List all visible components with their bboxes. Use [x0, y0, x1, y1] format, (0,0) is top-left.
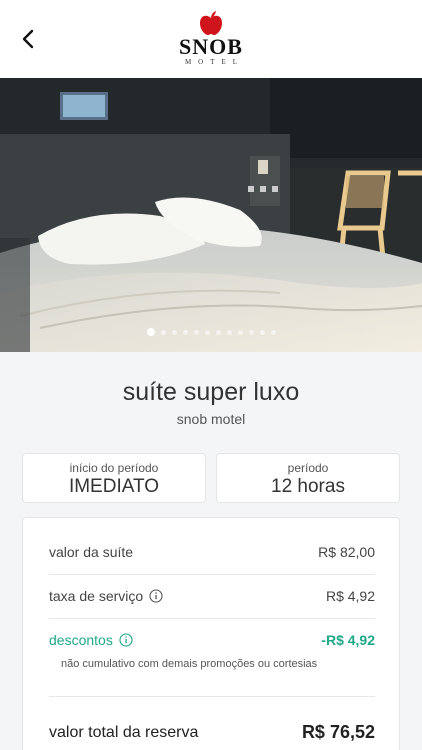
carousel-dot[interactable]	[248, 329, 254, 335]
logo-text: SNOB	[179, 34, 243, 59]
suite-photo	[0, 78, 422, 352]
carousel-dot[interactable]	[226, 329, 232, 335]
snob-motel-logo: SNOB MOTEL	[0, 10, 422, 67]
carousel-dot[interactable]	[237, 329, 243, 335]
info-icon[interactable]	[119, 633, 133, 647]
service-fee-value: R$ 4,92	[325, 588, 375, 604]
duration-label: período	[287, 461, 329, 475]
start-period-value: IMEDIATO	[68, 476, 160, 497]
total-value: R$ 76,52	[301, 722, 375, 742]
carousel-dot[interactable]	[215, 329, 221, 335]
duration-value: 12 horas	[271, 476, 345, 497]
suite-title-block: suíte super luxo snob motel	[0, 378, 422, 428]
discount-note: não cumulativo com demais promoções ou c…	[61, 658, 318, 670]
info-icon[interactable]	[149, 589, 163, 603]
carousel-dot[interactable]	[259, 329, 265, 335]
discounts-label: descontos	[49, 632, 113, 648]
discounts-row: descontos -R$ 4,92	[49, 632, 375, 648]
service-fee-row: taxa de serviço R$ 4,92	[49, 588, 375, 604]
carousel-dot[interactable]	[182, 329, 188, 335]
suite-value-row: valor da suíte R$ 82,00	[49, 544, 375, 560]
suite-name: suíte super luxo	[122, 378, 300, 406]
app-header: SNOB MOTEL	[0, 0, 422, 78]
carousel-dot[interactable]	[160, 329, 166, 335]
motel-name: snob motel	[176, 411, 246, 427]
discounts-value: -R$ 4,92	[321, 632, 375, 648]
start-period-label: início do período	[69, 461, 159, 475]
carousel-dot[interactable]	[171, 329, 177, 335]
total-row: valor total da reserva R$ 76,52	[49, 722, 375, 743]
suite-value: R$ 82,00	[318, 544, 375, 560]
start-period-card[interactable]: início do período IMEDIATO	[22, 453, 206, 503]
apple-logo-icon	[200, 11, 222, 35]
total-label: valor total da reserva	[49, 723, 199, 741]
service-fee-label: taxa de serviço	[49, 588, 144, 604]
carousel-indicator[interactable]	[0, 327, 422, 337]
duration-card[interactable]: período 12 horas	[216, 453, 400, 503]
carousel-dot[interactable]	[270, 329, 276, 335]
price-summary-card: valor da suíte R$ 82,00 taxa de serviço …	[22, 517, 400, 750]
suite-value-label: valor da suíte	[49, 544, 134, 560]
carousel-dot[interactable]	[204, 329, 210, 335]
carousel-dot[interactable]	[193, 329, 199, 335]
divider	[49, 618, 375, 619]
logo-subtext: MOTEL	[184, 58, 245, 66]
suite-photo-carousel[interactable]	[0, 78, 422, 352]
divider	[49, 574, 375, 575]
carousel-dot[interactable]	[146, 328, 155, 336]
divider	[49, 696, 375, 697]
